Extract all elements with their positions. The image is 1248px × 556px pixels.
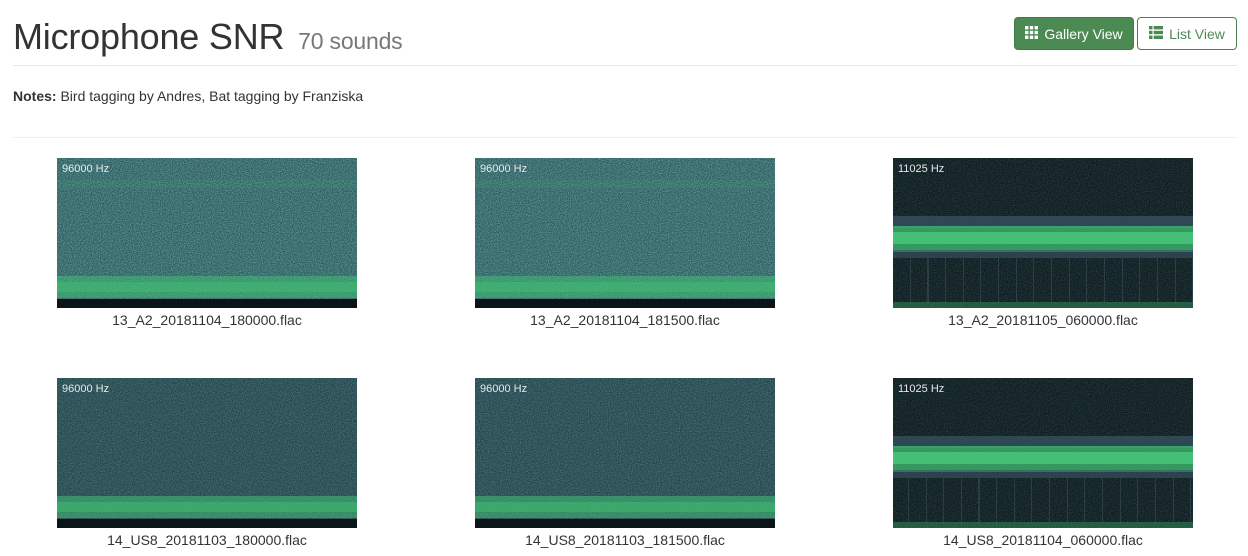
title-text: Microphone SNR [13,16,285,57]
sample-rate: 11025 Hz [898,163,945,175]
notes: Notes: Bird tagging by Andres, Bat taggi… [13,88,363,104]
sound-filename[interactable]: 13_A2_20181104_181500.flac [475,312,775,328]
page-header: Microphone SNR 70 sounds Gallery View Li… [13,14,1237,66]
page-title: Microphone SNR 70 sounds [13,16,403,58]
sound-tile[interactable]: 96000 Hz 14_US8_20181103_180000.flac [57,378,357,548]
section-divider [13,137,1237,138]
sound-filename[interactable]: 13_A2_20181105_060000.flac [893,312,1193,328]
notes-text: Bird tagging by Andres, Bat tagging by F… [56,88,364,104]
spectrogram-graphic [475,378,775,528]
sound-filename[interactable]: 14_US8_20181103_181500.flac [475,532,775,548]
spectrogram-graphic [893,158,1193,308]
sample-rate: 96000 Hz [62,383,110,395]
sample-rate: 96000 Hz [480,163,528,175]
spectrogram-image[interactable]: 96000 Hz [57,158,357,308]
spectrogram-graphic [57,158,357,308]
notes-label: Notes: [13,88,57,104]
sample-rate: 11025 Hz [898,383,945,395]
gallery-view-button[interactable]: Gallery View [1014,17,1134,50]
sound-filename[interactable]: 14_US8_20181103_180000.flac [57,532,357,548]
sound-tile[interactable]: 96000 Hz 13_A2_20181104_180000.flac [57,158,357,328]
spectrogram-image[interactable]: 96000 Hz [475,378,775,528]
spectrogram-graphic [57,378,357,528]
list-icon [1149,25,1164,42]
sound-tile[interactable]: 11025 Hz 13_A2_20181105_060000.flac [893,158,1193,328]
sound-tile[interactable]: 11025 Hz 14_US8_20181104_060000.flac [893,378,1193,548]
spectrogram-image[interactable]: 11025 Hz [893,378,1193,528]
grid-icon [1025,25,1039,42]
sound-tile[interactable]: 96000 Hz 14_US8_20181103_181500.flac [475,378,775,548]
gallery-view-label: Gallery View [1044,25,1123,42]
list-view-label: List View [1169,25,1225,42]
spectrogram-image[interactable]: 96000 Hz [475,158,775,308]
sound-filename[interactable]: 13_A2_20181104_180000.flac [57,312,357,328]
spectrogram-image[interactable]: 11025 Hz [893,158,1193,308]
spectrogram-graphic [475,158,775,308]
sound-filename[interactable]: 14_US8_20181104_060000.flac [893,532,1193,548]
spectrogram-image[interactable]: 96000 Hz [57,378,357,528]
sound-count: 70 sounds [298,28,403,54]
sample-rate: 96000 Hz [62,163,110,175]
list-view-button[interactable]: List View [1137,17,1237,50]
spectrogram-graphic [893,378,1193,528]
sound-tile[interactable]: 96000 Hz 13_A2_20181104_181500.flac [475,158,775,328]
sample-rate: 96000 Hz [480,383,528,395]
